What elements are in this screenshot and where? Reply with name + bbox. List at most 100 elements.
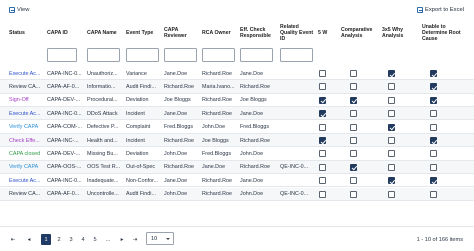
unable-root-cause-checkbox[interactable] [430, 83, 437, 91]
page-3-button[interactable]: 3 [68, 234, 74, 245]
comparative-analysis-checkbox[interactable] [350, 96, 357, 104]
five-w-checkbox[interactable] [319, 150, 326, 158]
status-cell[interactable]: Verify CAPA [9, 121, 45, 134]
last-page-button[interactable]: ⇥ [131, 234, 139, 245]
status-cell[interactable]: Sign-Off [9, 94, 45, 107]
column-header-3x5-why[interactable]: 3x5 Why Analysis [382, 20, 418, 46]
eff-check-cell: Jane.Doe [240, 70, 264, 77]
unable-root-cause-checkbox[interactable] [430, 96, 437, 104]
why-analysis-checkbox[interactable] [388, 190, 395, 198]
five-w-checkbox[interactable] [319, 123, 326, 131]
why-analysis-checkbox[interactable] [388, 70, 395, 77]
column-header-eff-check[interactable]: Eff. Check Responsible [240, 20, 277, 46]
table-row[interactable]: Verify CAPA CAPA-OOS-... OOS Test R... Out-… [0, 160, 474, 175]
column-header-capa-name[interactable]: CAPA Name [87, 20, 123, 46]
five-w-checkbox[interactable] [319, 83, 326, 91]
column-header-event-type[interactable]: Event Type [126, 20, 162, 46]
filter-capa-reviewer-input[interactable] [164, 48, 197, 62]
five-w-checkbox[interactable] [319, 163, 326, 171]
status-cell[interactable]: Verify CAPA [9, 161, 45, 174]
table-row[interactable]: Sign-Off CAPA-DEV-... Procedural... Deviati… [0, 94, 474, 108]
five-w-checkbox[interactable] [319, 96, 326, 104]
column-header-comparative-analysis[interactable]: Comparative Analysis [341, 20, 377, 46]
filter-event-type-input[interactable] [126, 48, 159, 62]
status-cell[interactable]: Review CA... [9, 80, 45, 93]
related-qe-cell [280, 147, 316, 160]
why-analysis-checkbox[interactable] [388, 137, 395, 144]
comparative-analysis-checkbox[interactable] [350, 70, 357, 77]
why-analysis-checkbox[interactable] [388, 96, 395, 104]
more-pages-button[interactable]: ... [104, 234, 112, 245]
unable-root-cause-checkbox[interactable] [430, 70, 437, 77]
status-cell[interactable]: Execute Ac... [9, 67, 45, 80]
unable-root-cause-checkbox[interactable] [430, 177, 437, 185]
view-button[interactable]: View [9, 7, 29, 13]
filter-capa-name-input[interactable] [87, 48, 120, 62]
comparative-analysis-checkbox[interactable] [350, 83, 357, 91]
comparative-analysis-checkbox[interactable] [350, 150, 357, 158]
comparative-analysis-checkbox[interactable] [350, 190, 357, 198]
comparative-analysis-checkbox[interactable] [350, 123, 357, 131]
table-row[interactable]: Review CA... CAPA-AF-0... Informatio... Aud… [0, 80, 474, 94]
column-header-label: 3x5 Why Analysis [382, 26, 404, 39]
export-to-excel-button[interactable]: Export to Excel [417, 7, 464, 13]
five-w-checkbox[interactable] [319, 190, 326, 198]
column-header-capa-reviewer[interactable]: CAPA Reviewer [164, 20, 194, 46]
table-row[interactable]: Execute Ac... CAPA-INC-0... Inadequate... N… [0, 174, 474, 188]
page-5-button[interactable]: 5 [92, 234, 98, 245]
event-type-cell: Non-Confor... [126, 177, 159, 184]
filter-rca-owner-input[interactable] [202, 48, 235, 62]
unable-root-cause-checkbox[interactable] [430, 137, 437, 144]
why-analysis-checkbox[interactable] [388, 177, 395, 185]
page-size-select[interactable]: 10 [146, 232, 174, 245]
capa-id-cell: CAPA-DEV-... [47, 151, 81, 158]
filter-related-qe-input[interactable] [280, 48, 313, 62]
five-w-checkbox[interactable] [319, 177, 326, 185]
table-row[interactable]: Check Effe... CAPA-INC-... Health and... In… [0, 134, 474, 148]
filter-eff-check-input[interactable] [240, 48, 273, 62]
five-w-checkbox[interactable] [319, 110, 326, 118]
table-row[interactable]: Verify CAPA CAPA-COM-... Defective P... Com… [0, 121, 474, 134]
why-analysis-checkbox[interactable] [388, 83, 395, 91]
column-header-5w[interactable]: 5 W [318, 20, 330, 46]
status-cell[interactable]: Review CA... [9, 188, 45, 201]
table-row[interactable]: Review CA... CAPA-AF-0... Uncontrolle... Au… [0, 187, 474, 201]
five-w-checkbox[interactable] [319, 137, 326, 144]
status-cell[interactable]: Execute Ac... [9, 174, 45, 187]
column-header-unable-root-cause[interactable]: Unable to Determine Root Cause [422, 20, 472, 46]
next-page-button[interactable]: ▸ [118, 234, 126, 245]
why-analysis-checkbox[interactable] [388, 110, 395, 118]
unable-root-cause-checkbox[interactable] [430, 163, 437, 171]
filter-capa-id-input[interactable] [47, 48, 77, 62]
column-header-status[interactable]: Status [9, 20, 45, 46]
column-header-related-qe-id[interactable]: Related Quality Event ID [280, 20, 314, 46]
capa-reviewer-cell: Richard.Roe [164, 84, 194, 91]
table-row[interactable]: Execute Ac... CAPA-INC-0... Unauthoriz... V… [0, 67, 474, 81]
status-cell[interactable]: Execute Ac... [9, 107, 45, 120]
status-cell[interactable]: CAPA closed [9, 147, 45, 160]
comparative-analysis-checkbox[interactable] [350, 163, 357, 171]
comparative-analysis-checkbox[interactable] [350, 110, 357, 118]
first-page-button[interactable]: ⇤ [9, 234, 17, 245]
page-4-button[interactable]: 4 [80, 234, 86, 245]
comparative-analysis-checkbox[interactable] [350, 137, 357, 144]
why-analysis-checkbox[interactable] [388, 150, 395, 158]
unable-root-cause-checkbox[interactable] [430, 190, 437, 198]
page-2-button[interactable]: 2 [56, 234, 62, 245]
status-cell[interactable]: Check Effe... [9, 134, 45, 147]
capa-name-cell: Inadequate... [87, 177, 119, 184]
capa-id-cell: CAPA-INC-... [47, 137, 79, 144]
unable-root-cause-checkbox[interactable] [430, 123, 437, 131]
five-w-checkbox[interactable] [319, 70, 326, 77]
page-1-button[interactable]: 1 [41, 234, 51, 245]
unable-root-cause-checkbox[interactable] [430, 150, 437, 158]
prev-page-button[interactable]: ◂ [25, 234, 33, 245]
comparative-analysis-checkbox[interactable] [350, 177, 357, 185]
why-analysis-checkbox[interactable] [388, 123, 395, 131]
table-row[interactable]: CAPA closed CAPA-DEV-... Missing Bu... Devi… [0, 147, 474, 161]
why-analysis-checkbox[interactable] [388, 163, 395, 171]
column-header-capa-id[interactable]: CAPA ID [47, 20, 85, 46]
unable-root-cause-checkbox[interactable] [430, 110, 437, 118]
table-row[interactable]: Execute Ac... CAPA-INC-0... DDoS Attack Inc… [0, 107, 474, 121]
column-header-rca-owner[interactable]: RCA Owner [202, 20, 238, 46]
